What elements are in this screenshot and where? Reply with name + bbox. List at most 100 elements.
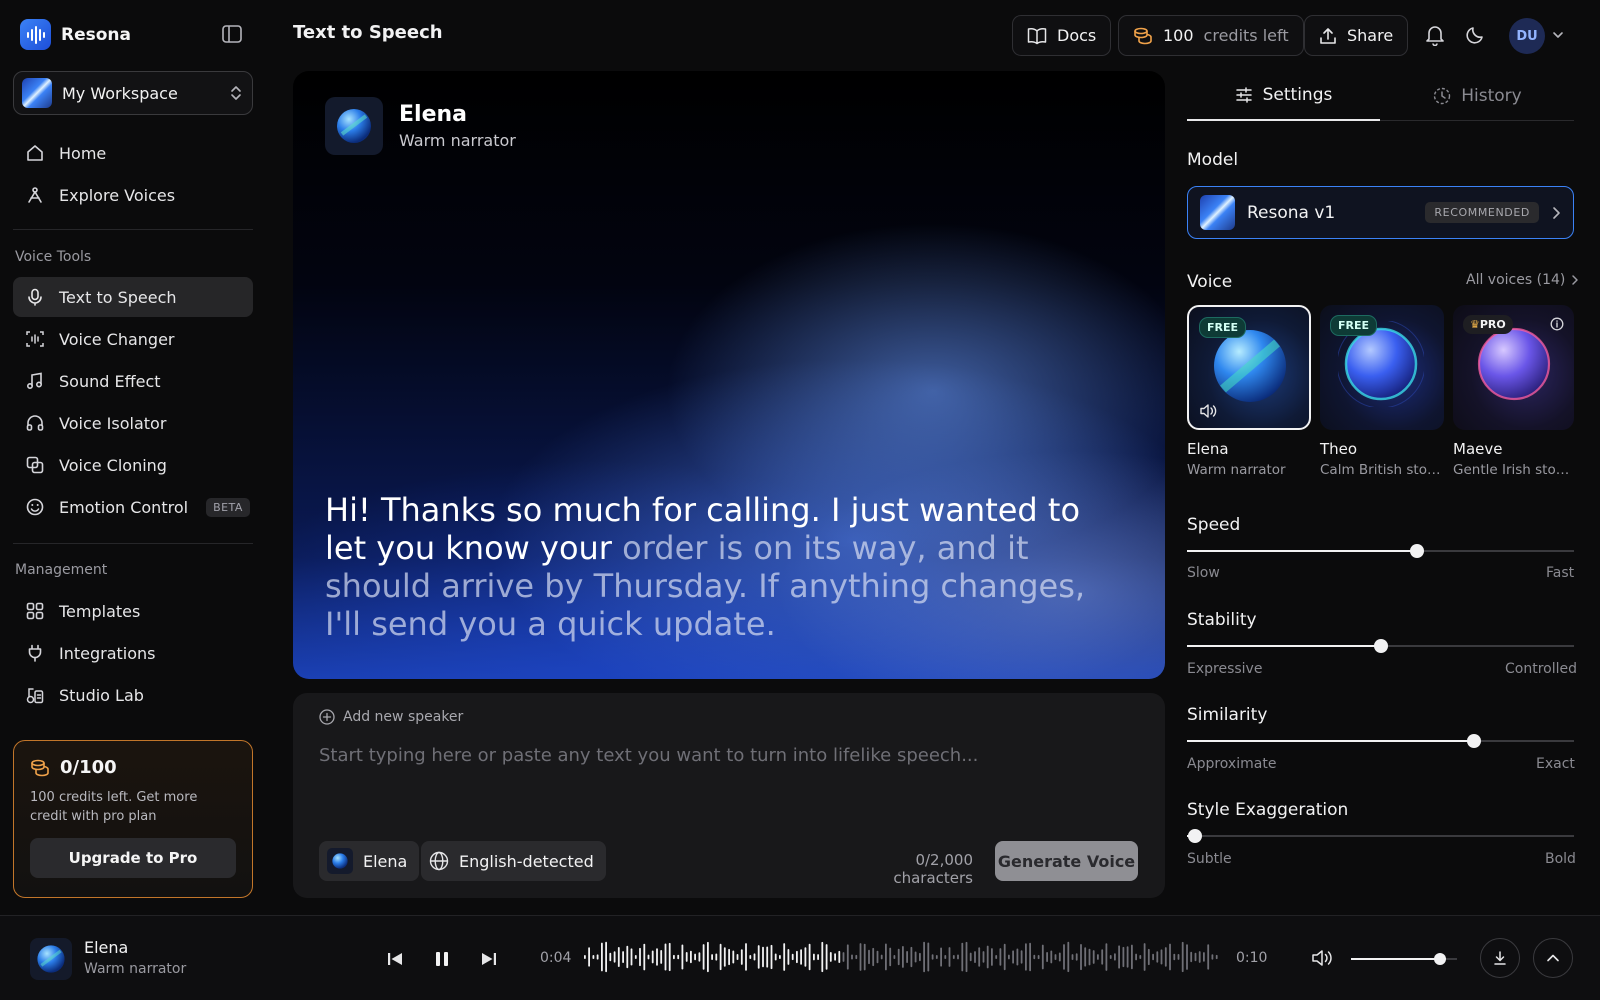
sidebar-item-voice-cloning[interactable]: Voice Cloning <box>13 445 253 485</box>
waveform-bar <box>622 951 624 963</box>
text-input[interactable]: Start typing here or paste any text you … <box>319 745 978 766</box>
clock-history-icon <box>1434 87 1451 105</box>
sidebar-item-label: Explore Voices <box>59 185 176 205</box>
sidebar-item-studio-lab[interactable]: Studio Lab <box>13 675 253 715</box>
skip-forward-icon[interactable] <box>481 951 497 967</box>
volume-slider[interactable] <box>1351 953 1457 965</box>
slider-thumb[interactable] <box>1410 544 1425 558</box>
sidebar-item-label: Studio Lab <box>59 685 144 705</box>
pro-badge-label: PRO <box>1479 318 1506 331</box>
skip-back-icon[interactable] <box>387 951 403 967</box>
waveform-bar <box>931 954 934 960</box>
waveform-bar <box>1054 954 1057 960</box>
credits-left-button[interactable]: 100 credits left <box>1118 15 1304 56</box>
waveform-bar <box>821 941 824 973</box>
waveform-bar <box>965 941 968 973</box>
player-voice-description: Warm narrator <box>84 961 187 977</box>
download-button[interactable] <box>1480 938 1520 978</box>
user-avatar[interactable]: DU <box>1509 18 1545 54</box>
style-exaggeration-slider[interactable] <box>1187 829 1574 843</box>
chevron-down-icon[interactable] <box>1552 30 1564 40</box>
panel-tabs: Settings History <box>1187 71 1574 121</box>
language-chip[interactable]: English-detected <box>421 841 606 881</box>
sidebar-toggle-icon[interactable] <box>222 25 244 45</box>
download-icon <box>1494 951 1506 965</box>
waveform-bar <box>1020 950 1023 964</box>
current-time: 0:04 <box>540 950 572 966</box>
sidebar-item-voice-isolator[interactable]: Voice Isolator <box>13 403 253 443</box>
waveform-bar <box>1190 951 1193 963</box>
home-icon <box>25 143 45 163</box>
model-selector[interactable]: Resona v1 RECOMMENDED <box>1187 186 1574 239</box>
moon-icon[interactable] <box>1466 24 1488 46</box>
upgrade-to-pro-button[interactable]: Upgrade to Pro <box>30 838 236 878</box>
tab-settings[interactable]: Settings <box>1187 71 1380 121</box>
waveform-bar <box>952 955 955 959</box>
waveform-bar <box>753 953 756 961</box>
waveform-bar <box>800 949 802 965</box>
grid-icon <box>25 601 45 621</box>
sidebar-item-sound-effect[interactable]: Sound Effect <box>13 361 253 401</box>
waveform-bar <box>681 944 684 970</box>
voice-card-theo[interactable]: FREE <box>1320 305 1444 430</box>
waveform-bar <box>1041 944 1044 970</box>
waveform-bar <box>969 952 972 962</box>
section-label-voice-tools: Voice Tools <box>15 249 92 265</box>
waveform-bar <box>1008 954 1010 960</box>
slider-thumb[interactable] <box>1467 734 1482 748</box>
voice-select-chip[interactable]: Elena <box>319 841 420 881</box>
waveform-bar <box>1105 943 1108 971</box>
slider-thumb[interactable] <box>1187 829 1202 843</box>
volume-icon[interactable] <box>1311 949 1333 967</box>
share-button[interactable]: Share <box>1304 15 1409 56</box>
bell-icon[interactable] <box>1425 24 1447 46</box>
sidebar-item-emotion-control[interactable]: Emotion Control BETA <box>13 487 253 527</box>
brand[interactable]: Resona <box>20 19 131 50</box>
voice-card-elena[interactable]: FREE <box>1187 305 1311 430</box>
waveform-bar <box>592 955 595 959</box>
stability-min-label: Expressive <box>1187 661 1263 677</box>
waveform-bar <box>893 955 896 959</box>
expand-player-button[interactable] <box>1533 938 1573 978</box>
waveform-scrubber[interactable] <box>584 936 1220 978</box>
sidebar-item-text-to-speech[interactable]: Text to Speech <box>13 277 253 317</box>
sidebar-item-label: Text to Speech <box>59 287 177 307</box>
waveform-bar <box>927 942 930 972</box>
volume-thumb[interactable] <box>1434 953 1447 965</box>
info-icon[interactable] <box>1550 317 1564 331</box>
similarity-slider[interactable] <box>1187 734 1574 748</box>
crown-icon: ♛ <box>1470 318 1480 331</box>
docs-label: Docs <box>1057 26 1097 45</box>
pause-icon[interactable] <box>433 950 451 968</box>
docs-button[interactable]: Docs <box>1012 15 1112 56</box>
waveform-bar <box>880 954 883 960</box>
all-voices-link[interactable]: All voices (14) <box>1466 272 1579 288</box>
waveform-bar <box>817 954 819 960</box>
speed-slider[interactable] <box>1187 544 1574 558</box>
credits-number: 100 <box>1163 26 1194 45</box>
sidebar-item-label: Home <box>59 143 107 163</box>
tab-history[interactable]: History <box>1381 71 1574 121</box>
stability-slider[interactable] <box>1187 639 1574 653</box>
waveform-bar <box>1118 945 1120 969</box>
headphones-icon <box>25 413 45 433</box>
sidebar-item-explore-voices[interactable]: Explore Voices <box>13 175 253 215</box>
waveform-bar <box>698 952 701 962</box>
sidebar-item-templates[interactable]: Templates <box>13 591 253 631</box>
sidebar-item-integrations[interactable]: Integrations <box>13 633 253 673</box>
generate-voice-button[interactable]: Generate Voice <box>995 841 1138 881</box>
waveform-bar <box>796 950 798 964</box>
speaker-icon[interactable] <box>1199 403 1217 419</box>
credits-count: 0/100 <box>60 757 117 778</box>
waveform-bar <box>1198 951 1201 963</box>
compass-person-icon <box>25 185 45 205</box>
add-speaker-button[interactable]: Add new speaker <box>319 709 463 725</box>
waveform-bar <box>1025 943 1027 971</box>
workspace-switcher[interactable]: My Workspace <box>13 71 253 115</box>
slider-thumb[interactable] <box>1373 639 1388 653</box>
sidebar-item-voice-changer[interactable]: Voice Changer <box>13 319 253 359</box>
sidebar-item-home[interactable]: Home <box>13 133 253 173</box>
waveform-bar <box>1211 954 1214 960</box>
waveform-bar <box>639 947 641 967</box>
voice-card-maeve[interactable]: ♛PRO <box>1453 305 1574 430</box>
